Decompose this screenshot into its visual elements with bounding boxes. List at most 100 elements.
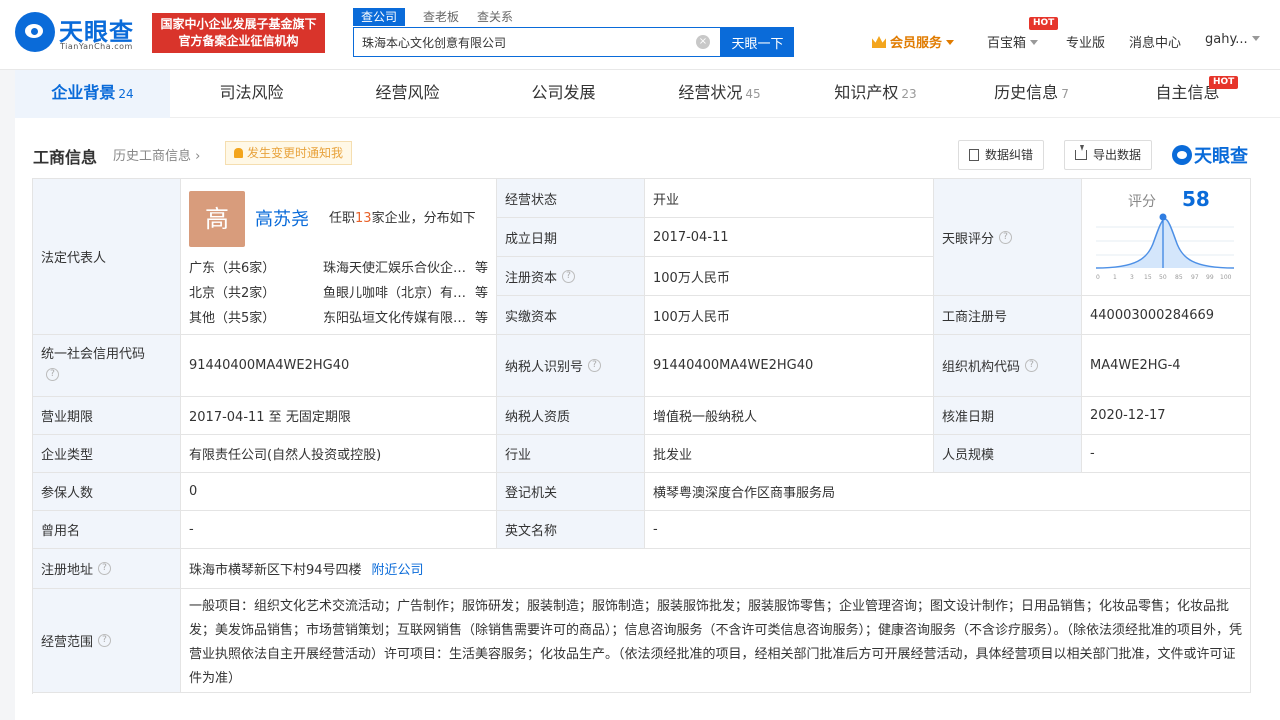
biz-reg-label: 工商注册号 — [934, 296, 1082, 335]
chevron-right-icon: › — [195, 149, 201, 164]
rep-pre: 任职 — [329, 211, 356, 226]
score-distribution-chart: 0 1 3 15 50 85 97 99 100 — [1096, 213, 1235, 281]
established-value: 2017-04-11 — [645, 218, 934, 257]
paid-capital-label: 实缴资本 — [497, 296, 645, 335]
tab-history-info[interactable]: 历史信息 7 — [954, 70, 1109, 118]
taxpayer-qual-value: 增值税一般纳税人 — [645, 397, 934, 435]
insured-label: 参保人数 — [33, 473, 181, 511]
region-guangdong[interactable]: 广东（共6家） — [189, 257, 275, 276]
biz-reg-value: 440003000284669 — [1082, 296, 1251, 335]
help-icon[interactable]: ? — [999, 230, 1013, 244]
score-tick: 0 — [1096, 274, 1100, 281]
address-value: 珠海市横琴新区下村94号四楼 — [189, 563, 362, 578]
top-header: 天眼查 TianYanCha.com 国家中小企业发展子基金旗下 官方备案企业征… — [0, 0, 1280, 70]
pro-version-link[interactable]: 专业版 — [1066, 32, 1105, 51]
tab-self-info[interactable]: 自主信息 — [1110, 70, 1265, 118]
taxpayer-qual-label: 纳税人资质 — [497, 397, 645, 435]
treasure-label: 百宝箱 — [987, 36, 1027, 51]
label-text: 参保人数 — [41, 486, 94, 501]
rep-post: 家企业，分布如下 — [371, 211, 476, 226]
region-company-link[interactable]: 珠海天使汇娱乐合伙企业（有限合伙） — [323, 257, 469, 276]
org-code-label: 组织机构代码? — [934, 335, 1082, 397]
chevron-down-icon — [1251, 36, 1260, 41]
authority-value: 横琴粤澳深度合作区商事服务局 — [645, 473, 1251, 511]
label-text: 经营范围 — [41, 635, 94, 650]
approval-value: 2020-12-17 — [1082, 397, 1251, 435]
history-business-info-link[interactable]: 历史工商信息 › — [113, 145, 200, 164]
search-type-tabs: 查公司 查老板 查关系 — [353, 8, 531, 26]
tianyancha-logo[interactable]: 天眼查 TianYanCha.com — [15, 12, 145, 54]
label-text: 天眼评分 — [942, 231, 995, 247]
tab-label: 公司发展 — [531, 83, 596, 102]
former-name-value: - — [181, 511, 497, 549]
help-icon[interactable]: ? — [1025, 359, 1039, 372]
tab-judicial-risk[interactable]: 司法风险 — [174, 70, 329, 118]
treasure-box-menu[interactable]: 百宝箱 — [987, 32, 1039, 51]
bell-icon — [234, 148, 243, 158]
former-name-label: 曾用名 — [33, 511, 181, 549]
paid-capital-value: 100万人民币 — [645, 296, 934, 335]
region-other[interactable]: 其他（共5家） — [189, 307, 275, 326]
help-icon[interactable]: ? — [98, 562, 112, 575]
label-text: 核准日期 — [942, 410, 995, 425]
tianyan-score-cell[interactable]: 评分 58 0 1 3 15 50 85 97 99 100 — [1082, 179, 1251, 296]
user-menu[interactable]: gahy... — [1205, 32, 1260, 47]
reg-capital-value: 100万人民币 — [645, 257, 934, 296]
help-icon[interactable]: ? — [46, 368, 59, 381]
chevron-down-icon — [946, 40, 955, 45]
tab-company-development[interactable]: 公司发展 — [486, 70, 641, 118]
region-company-link[interactable]: 东阳弘垣文化传媒有限公司 — [323, 307, 469, 326]
tab-label: 司法风险 — [219, 83, 284, 102]
tab-count: 7 — [1061, 87, 1069, 101]
tab-label: 企业背景 — [51, 83, 116, 102]
credit-code-value: 91440400MA4WE2HG40 — [181, 335, 497, 397]
search-button[interactable]: 天眼一下 — [721, 27, 794, 57]
search-tab-boss[interactable]: 查老板 — [423, 8, 459, 26]
scope-value: 一般项目：组织文化艺术交流活动；广告制作；服饰研发；服装制造；服饰制造；服装服饰… — [181, 589, 1251, 693]
tab-operating-risk[interactable]: 经营风险 — [330, 70, 485, 118]
tab-enterprise-background[interactable]: 企业背景 24 — [15, 70, 170, 118]
region-beijing[interactable]: 北京（共2家） — [189, 282, 275, 301]
message-center-link[interactable]: 消息中心 — [1129, 32, 1181, 51]
region-name: 其他（共 — [189, 311, 242, 326]
nearby-companies-link[interactable]: 附近公司 — [372, 559, 424, 578]
tab-label: 经营状况 — [678, 83, 743, 102]
taxpayer-id-value: 91440400MA4WE2HG40 — [645, 335, 934, 397]
search-input[interactable] — [354, 28, 689, 56]
term-label: 营业期限 — [33, 397, 181, 435]
tab-label: 历史信息 — [994, 83, 1059, 102]
history-link-label: 历史工商信息 — [113, 149, 192, 164]
tab-operating-status[interactable]: 经营状况 45 — [642, 70, 797, 118]
term-value: 2017-04-11 至 无固定期限 — [181, 397, 497, 435]
label-text: 行业 — [505, 448, 532, 463]
tab-intellectual-property[interactable]: 知识产权 23 — [798, 70, 953, 118]
label-text: 工商注册号 — [942, 309, 1008, 325]
data-correction-button[interactable]: 数据纠错 — [958, 140, 1045, 170]
vip-service-menu[interactable]: 会员服务 — [872, 32, 955, 51]
label-text: 注册资本 — [505, 270, 558, 286]
score-tick: 50 — [1159, 274, 1167, 281]
correction-label: 数据纠错 — [985, 148, 1034, 162]
export-data-button[interactable]: 导出数据 — [1064, 140, 1153, 170]
search-tab-company[interactable]: 查公司 — [353, 8, 406, 26]
label-text: 曾用名 — [41, 524, 81, 539]
score-tick: 1 — [1113, 274, 1117, 281]
established-label: 成立日期 — [497, 218, 645, 257]
help-icon[interactable]: ? — [588, 359, 602, 372]
help-icon[interactable]: ? — [98, 634, 112, 647]
help-icon[interactable]: ? — [562, 269, 576, 283]
label-text: 注册地址 — [41, 563, 94, 578]
avatar: 高 — [189, 191, 245, 247]
legal-rep-name-link[interactable]: 高苏尧 — [255, 205, 309, 231]
authority-label: 登记机关 — [497, 473, 645, 511]
label-text: 企业类型 — [41, 448, 94, 463]
clear-icon[interactable]: × — [696, 35, 710, 49]
search-tab-relation[interactable]: 查关系 — [477, 8, 513, 26]
change-notify-button[interactable]: 发生变更时通知我 — [225, 141, 353, 165]
brand-text: 天眼查 — [1194, 146, 1248, 167]
region-company-link[interactable]: 鱼眼儿咖啡（北京）有限公司 — [323, 282, 469, 301]
user-name: gahy... — [1205, 32, 1248, 47]
score-tick: 3 — [1130, 274, 1134, 281]
score-tick: 99 — [1206, 274, 1214, 281]
hot-badge: HOT — [1029, 17, 1059, 30]
